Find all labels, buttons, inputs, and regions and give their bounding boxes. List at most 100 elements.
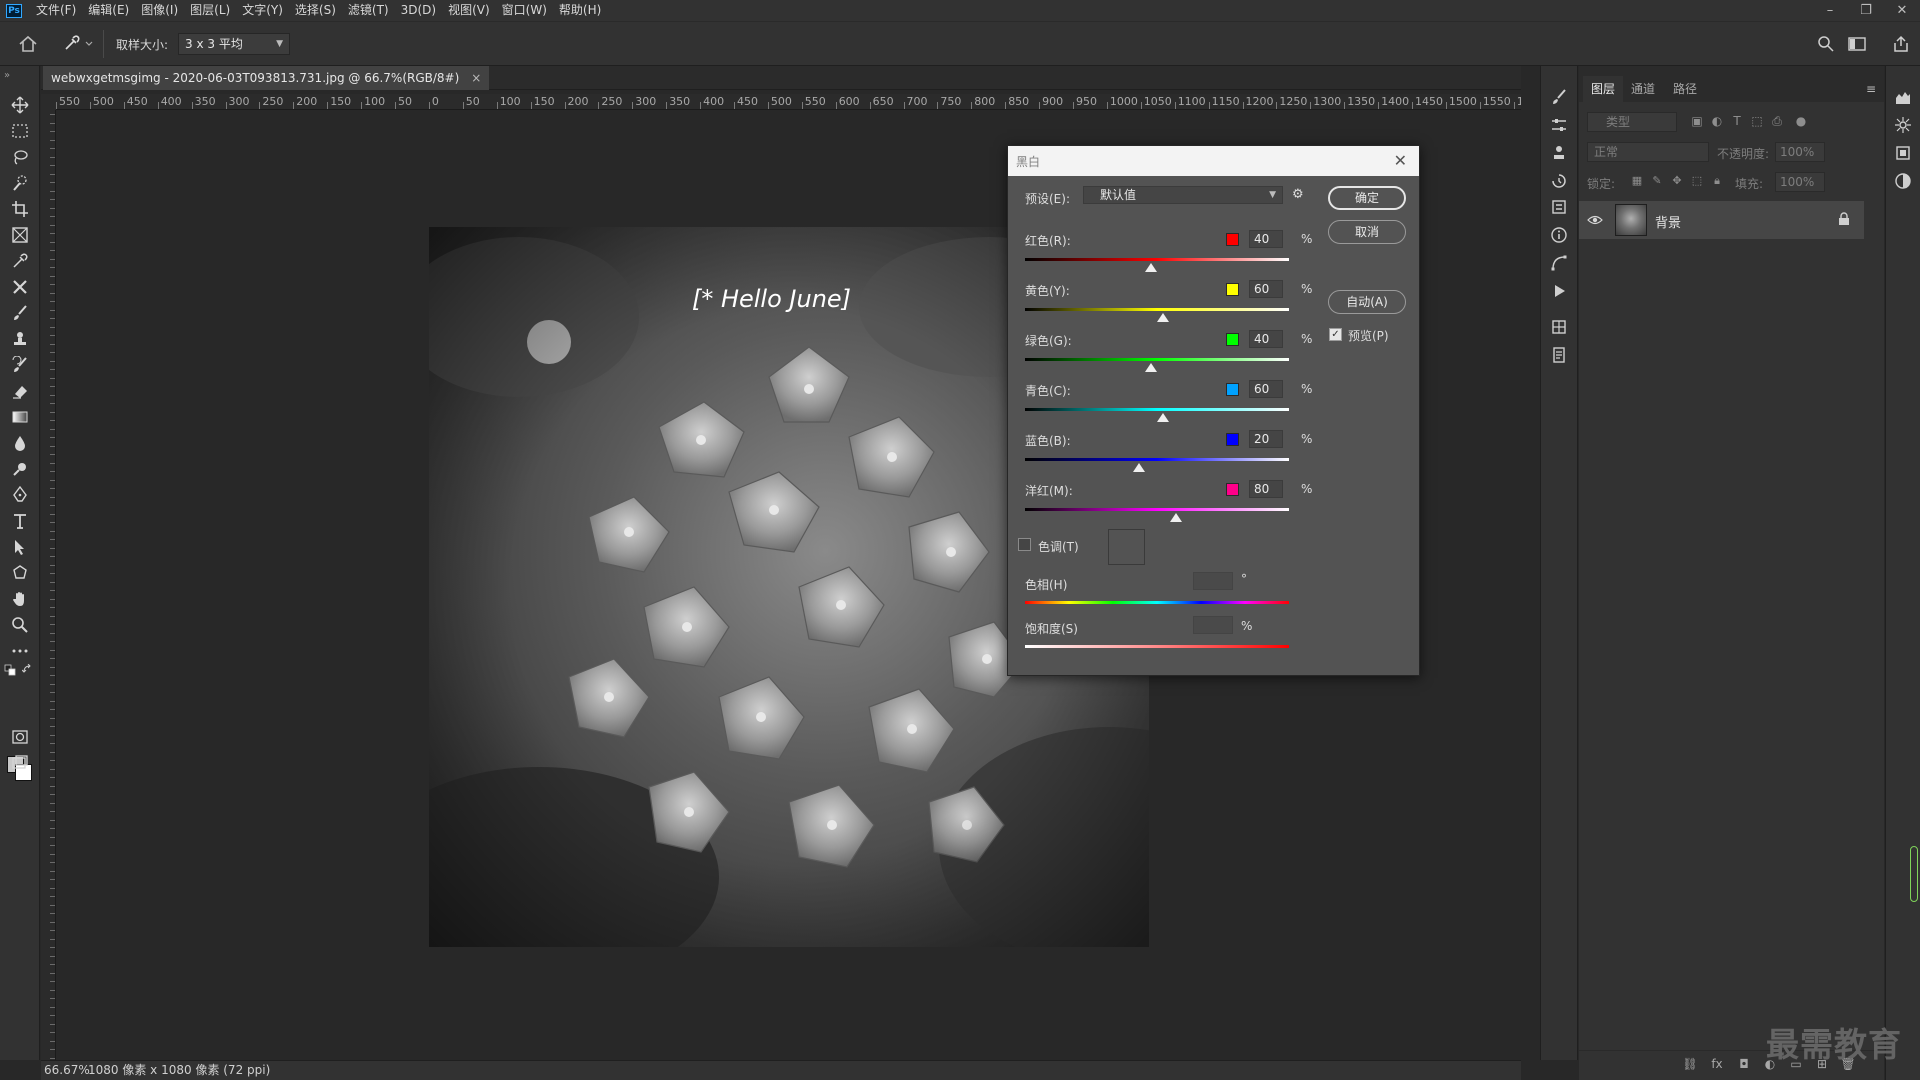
blue-slider-thumb[interactable] <box>1132 463 1145 472</box>
pixel-filter-icon[interactable]: ▣ <box>1689 114 1705 130</box>
eye-icon[interactable] <box>1587 212 1603 228</box>
link-layers-icon[interactable]: ⛓ <box>1682 1057 1698 1073</box>
green-value-field[interactable]: 40 <box>1249 330 1283 348</box>
layer-style-icon[interactable]: fx <box>1709 1057 1725 1073</box>
clone-stamp-tool-icon[interactable] <box>8 328 32 350</box>
filter-toggle-icon[interactable]: ● <box>1793 114 1809 130</box>
swap-colors-icon[interactable] <box>22 664 34 676</box>
search-icon[interactable] <box>1816 34 1836 54</box>
frame-tool-icon[interactable] <box>8 224 32 246</box>
yellow-slider-track[interactable] <box>1025 308 1289 311</box>
magenta-value-field[interactable]: 80 <box>1249 480 1283 498</box>
eyedropper-tool-preset-icon[interactable] <box>60 33 96 55</box>
magenta-slider-thumb[interactable] <box>1169 513 1182 522</box>
tint-checkbox[interactable] <box>1018 538 1031 551</box>
sample-size-select[interactable]: 3 x 3 平均 ▼ <box>178 33 290 55</box>
pen-tool-icon[interactable] <box>8 484 32 506</box>
quick-selection-tool-icon[interactable] <box>8 172 32 194</box>
gradient-tool-icon[interactable] <box>8 406 32 428</box>
cyan-slider-thumb[interactable] <box>1157 413 1170 422</box>
actions-play-icon[interactable] <box>1550 282 1570 302</box>
menu-image[interactable]: 图像(I) <box>135 0 184 21</box>
swatches-icon[interactable] <box>1894 144 1914 164</box>
yellow-slider-thumb[interactable] <box>1157 313 1170 322</box>
eyedropper-tool-icon[interactable] <box>8 250 32 272</box>
layer-row[interactable]: 背景 <box>1579 201 1864 239</box>
blue-value-field[interactable]: 20 <box>1249 430 1283 448</box>
preview-checkbox[interactable]: ✓ <box>1329 328 1342 341</box>
cyan-value-field[interactable]: 60 <box>1249 380 1283 398</box>
blue-slider-track[interactable] <box>1025 458 1289 461</box>
hue-value-field[interactable] <box>1193 572 1233 590</box>
properties-icon[interactable] <box>1550 198 1570 218</box>
quick-mask-icon[interactable] <box>8 726 32 748</box>
lock-transparent-icon[interactable]: ▦ <box>1629 174 1645 190</box>
paths-icon[interactable] <box>1550 254 1570 274</box>
tab-paths[interactable]: 路径 <box>1665 76 1705 102</box>
eraser-tool-icon[interactable] <box>8 380 32 402</box>
panel-scrollbar[interactable] <box>1910 846 1918 902</box>
dialog-titlebar[interactable]: 黑白 ✕ <box>1008 146 1419 176</box>
healing-brush-tool-icon[interactable] <box>8 276 32 298</box>
menu-select[interactable]: 选择(S) <box>289 0 342 21</box>
lock-pixels-icon[interactable]: ✎ <box>1649 174 1665 190</box>
opacity-field[interactable]: 100% <box>1775 142 1825 162</box>
clone-source-icon[interactable] <box>1550 144 1570 164</box>
blend-mode-select[interactable]: 正常 <box>1587 142 1709 162</box>
blur-tool-icon[interactable] <box>8 432 32 454</box>
adjustments-sliders-icon[interactable] <box>1550 116 1570 136</box>
ok-button[interactable]: 确定 <box>1328 186 1406 210</box>
close-icon[interactable]: ✕ <box>1394 151 1407 170</box>
red-value-field[interactable]: 40 <box>1249 230 1283 248</box>
magenta-slider-track[interactable] <box>1025 508 1289 511</box>
add-mask-icon[interactable]: ◘ <box>1736 1057 1752 1073</box>
green-slider-thumb[interactable] <box>1144 363 1157 372</box>
adjustment-filter-icon[interactable]: ◐ <box>1709 114 1725 130</box>
menu-3d[interactable]: 3D(D) <box>395 0 442 21</box>
marquee-tool-icon[interactable] <box>8 120 32 142</box>
move-tool-icon[interactable] <box>8 94 32 116</box>
info-icon[interactable] <box>1550 226 1570 246</box>
share-icon[interactable] <box>1891 34 1911 54</box>
path-selection-tool-icon[interactable] <box>8 536 32 558</box>
cancel-button[interactable]: 取消 <box>1328 220 1406 244</box>
tab-channels[interactable]: 通道 <box>1623 76 1663 102</box>
tab-layers[interactable]: 图层 <box>1583 76 1624 102</box>
crop-tool-icon[interactable] <box>8 198 32 220</box>
menu-type[interactable]: 文字(Y) <box>236 0 289 21</box>
close-icon[interactable]: × <box>471 66 481 90</box>
panel-menu-icon[interactable]: ≡ <box>1866 82 1876 96</box>
lock-position-icon[interactable]: ✥ <box>1669 174 1685 190</box>
menu-filter[interactable]: 滤镜(T) <box>342 0 395 21</box>
brush-settings-icon[interactable] <box>1550 88 1570 108</box>
collapse-arrows-icon[interactable]: » <box>4 70 10 81</box>
cyan-slider-track[interactable] <box>1025 408 1289 411</box>
auto-button[interactable]: 自动(A) <box>1328 290 1406 314</box>
preset-select[interactable]: 默认值 ▼ <box>1083 186 1283 204</box>
dodge-tool-icon[interactable] <box>8 458 32 480</box>
shape-filter-icon[interactable]: ⬚ <box>1749 114 1765 130</box>
libraries-icon[interactable] <box>1550 318 1570 338</box>
red-slider-thumb[interactable] <box>1144 263 1157 272</box>
fill-field[interactable]: 100% <box>1775 172 1825 192</box>
smart-object-filter-icon[interactable]: ⎙ <box>1769 114 1785 130</box>
menu-edit[interactable]: 编辑(E) <box>82 0 135 21</box>
screen-mode-icon[interactable] <box>8 752 32 774</box>
lock-all-icon[interactable]: 🔒︎ <box>1709 174 1725 190</box>
document-info[interactable]: 1080 像素 x 1080 像素 (72 ppi) <box>88 1061 270 1080</box>
saturation-slider-track[interactable] <box>1025 645 1289 648</box>
type-filter-icon[interactable]: T <box>1729 114 1745 130</box>
red-slider-track[interactable] <box>1025 258 1289 261</box>
saturation-value-field[interactable] <box>1193 616 1233 634</box>
menu-layer[interactable]: 图层(L) <box>184 0 236 21</box>
minimize-button[interactable]: – <box>1812 0 1848 21</box>
close-window-button[interactable]: ✕ <box>1884 0 1920 21</box>
default-colors-icon[interactable] <box>4 664 18 676</box>
document-tab[interactable]: webwxgetmsgimg - 2020-06-03T093813.731.j… <box>43 66 490 90</box>
zoom-tool-icon[interactable] <box>8 614 32 636</box>
lasso-tool-icon[interactable] <box>8 146 32 168</box>
histogram-icon[interactable] <box>1894 88 1914 108</box>
layer-thumbnail[interactable] <box>1615 204 1647 236</box>
home-icon[interactable] <box>18 35 38 53</box>
layer-name[interactable]: 背景 <box>1655 212 1681 231</box>
